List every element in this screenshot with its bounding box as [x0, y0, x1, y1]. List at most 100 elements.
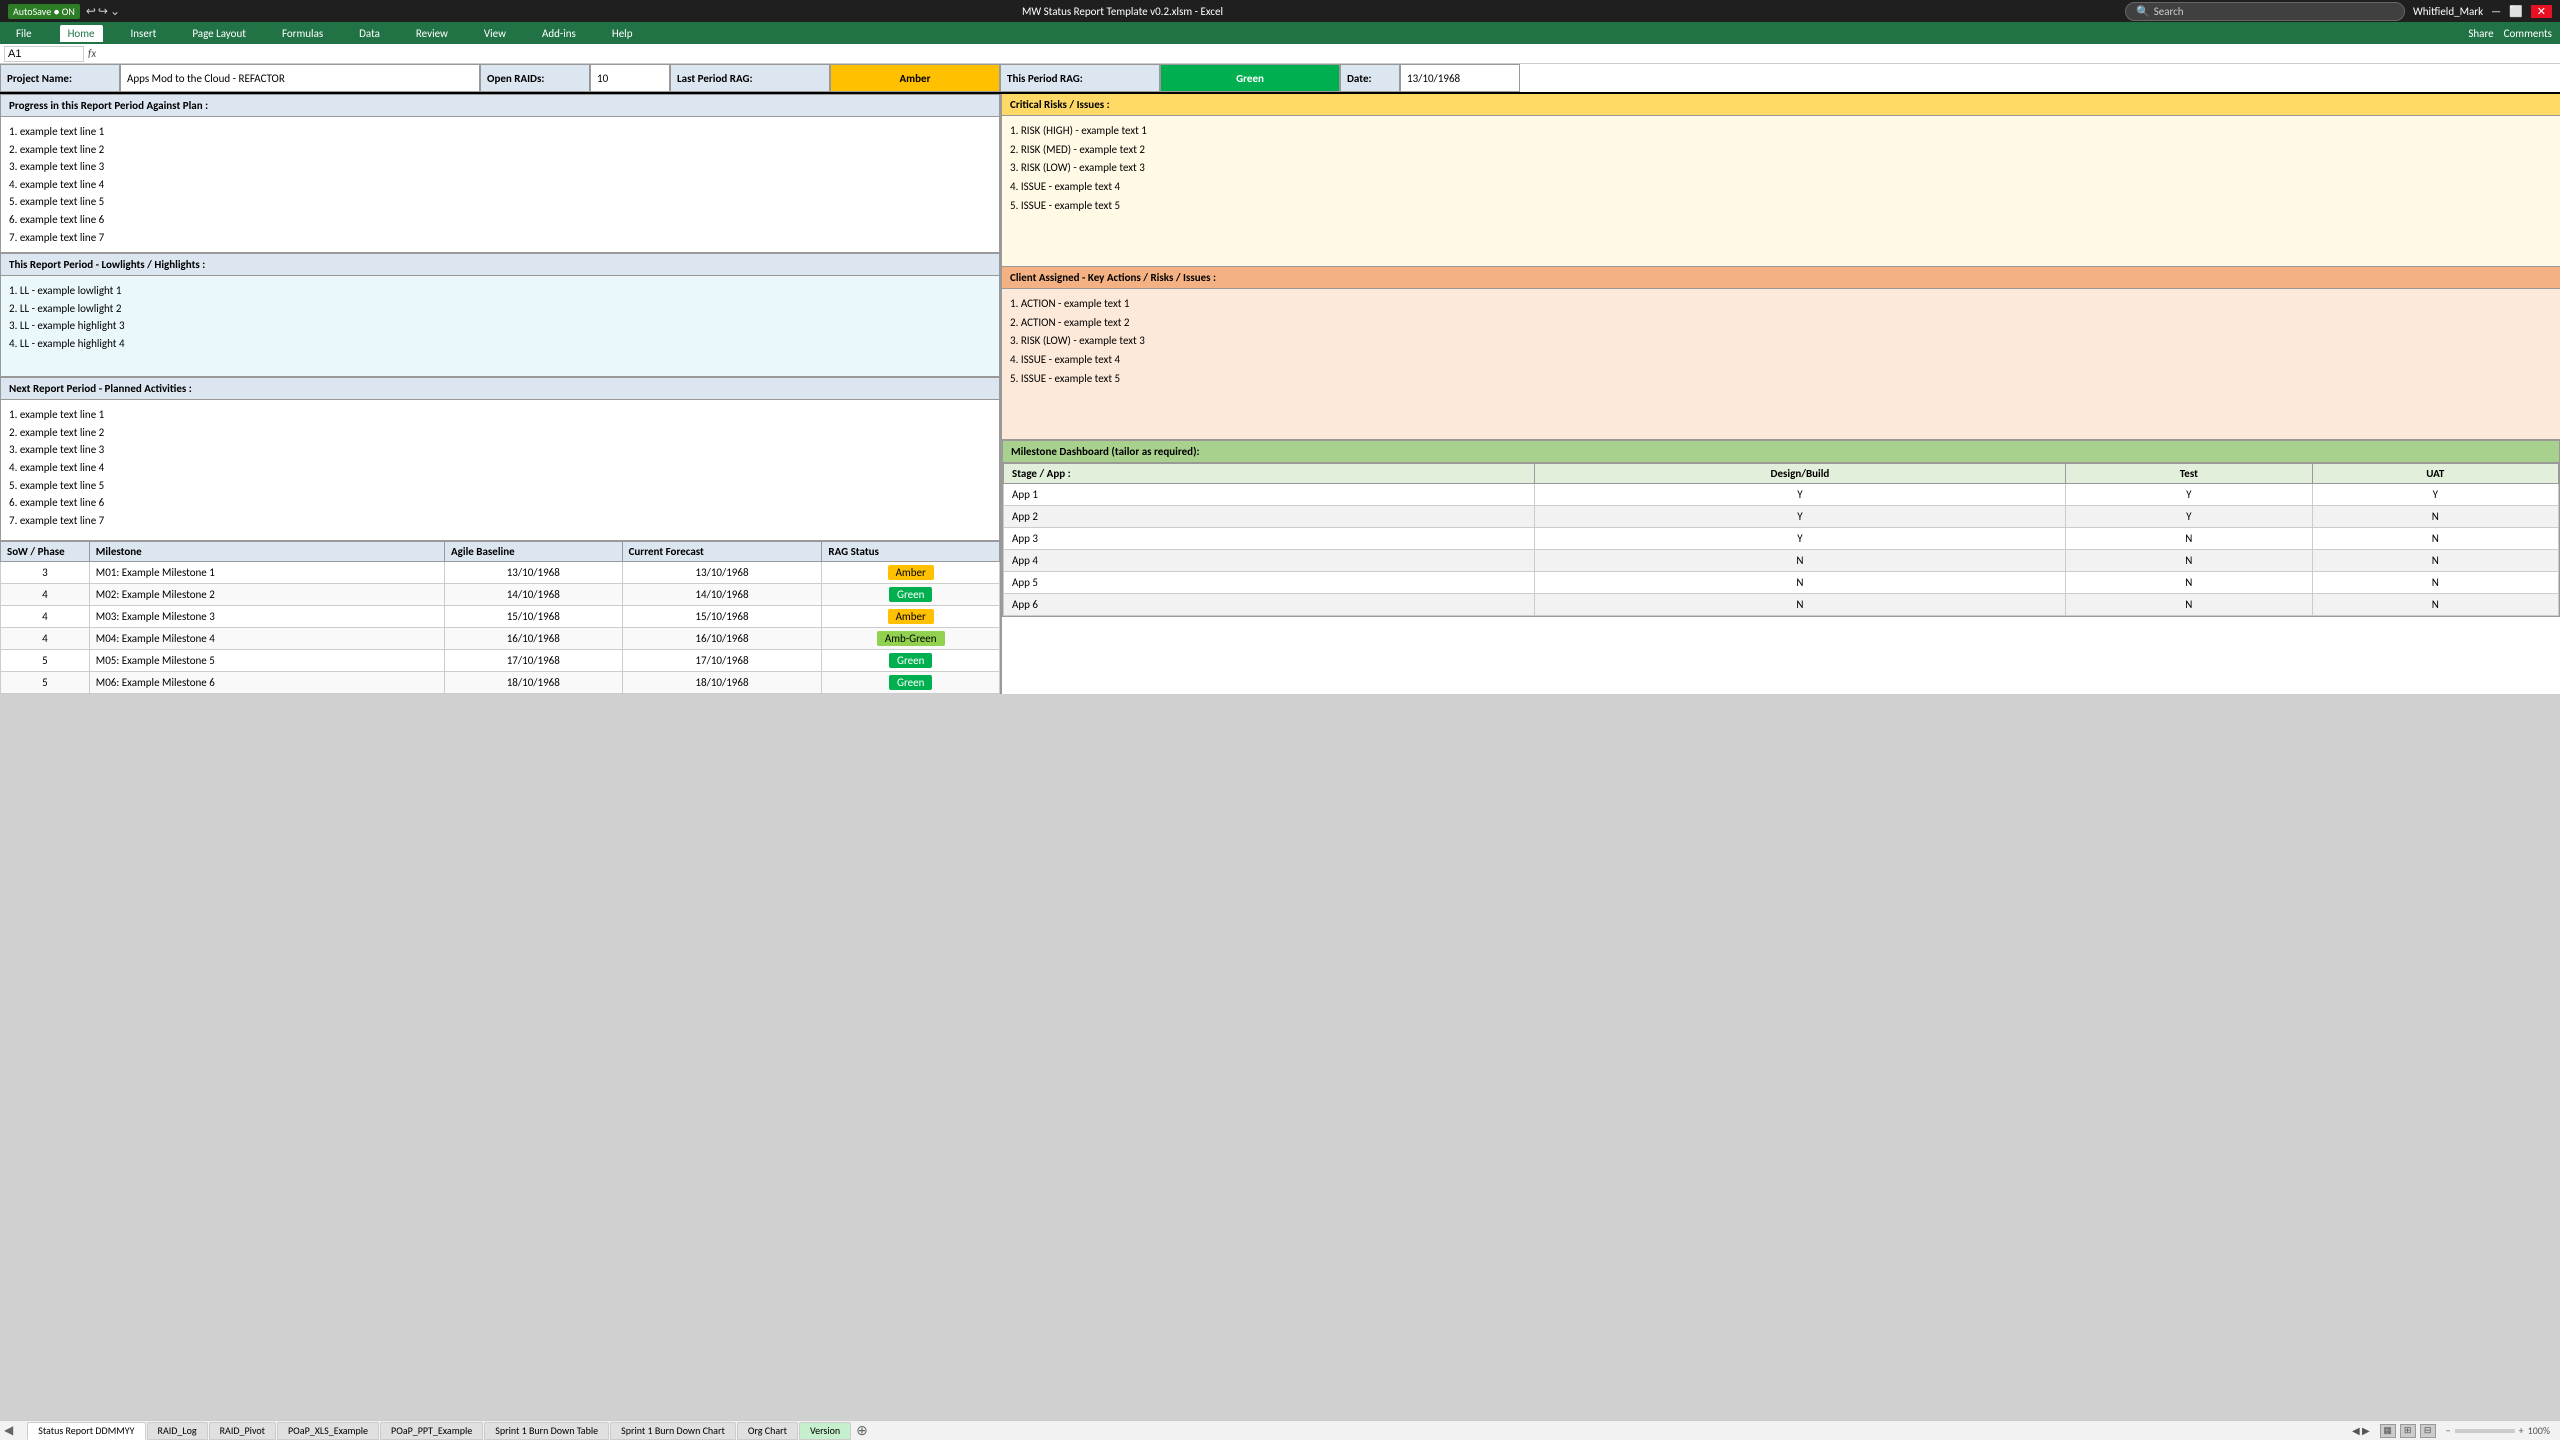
undo-button[interactable]: ↩ — [86, 4, 96, 19]
cell-phase[interactable]: 3 — [1, 562, 90, 584]
md-cell-test[interactable]: N — [2066, 528, 2312, 550]
add-sheet-button[interactable]: ⊕ — [856, 1422, 868, 1439]
sheet-tab-sprint1-chart[interactable]: Sprint 1 Burn Down Chart — [610, 1422, 736, 1440]
cell-milestone[interactable]: M04: Example Milestone 4 — [89, 628, 444, 650]
critical-risks-content[interactable]: 1. RISK (HIGH) - example text 1 2. RISK … — [1002, 116, 2560, 266]
cell-rag[interactable]: Amber — [822, 606, 1000, 628]
sheet-tab-status-report[interactable]: Status Report DDMMYY — [27, 1422, 145, 1440]
page-view-button[interactable]: ⊞ — [2400, 1424, 2416, 1438]
restore-button[interactable]: ⬜ — [2509, 5, 2523, 18]
lowlights-section-content[interactable]: 1. LL - example lowlight 1 2. LL - examp… — [1, 276, 999, 376]
cell-milestone[interactable]: M06: Example Milestone 6 — [89, 672, 444, 694]
md-cell-app[interactable]: App 2 — [1004, 506, 1535, 528]
ribbon-tab-home[interactable]: Home — [60, 25, 103, 42]
comments-button[interactable]: Comments — [2504, 27, 2552, 40]
cell-baseline[interactable]: 16/10/1968 — [444, 628, 622, 650]
last-period-rag-value[interactable]: Amber — [830, 64, 1000, 92]
ribbon-tab-file[interactable]: File — [8, 25, 40, 42]
ribbon-tab-help[interactable]: Help — [604, 25, 641, 42]
cell-forecast[interactable]: 17/10/1968 — [622, 650, 822, 672]
normal-view-button[interactable]: ▦ — [2380, 1424, 2396, 1438]
ribbon-tab-pagelayout[interactable]: Page Layout — [184, 25, 254, 42]
customize-button[interactable]: ⌄ — [110, 4, 120, 19]
cell-rag[interactable]: Amb-Green — [822, 628, 1000, 650]
share-button[interactable]: Share — [2468, 27, 2493, 40]
md-cell-design[interactable]: Y — [1534, 484, 2065, 506]
zoom-out-button[interactable]: − — [2446, 1424, 2451, 1437]
md-cell-test[interactable]: Y — [2066, 506, 2312, 528]
this-period-rag-value[interactable]: Green — [1160, 64, 1340, 92]
sheet-tab-poap-ppt[interactable]: POaP_PPT_Example — [380, 1422, 483, 1440]
zoom-in-button[interactable]: + — [2519, 1424, 2524, 1437]
md-cell-app[interactable]: App 6 — [1004, 594, 1535, 616]
sheet-tab-org-chart[interactable]: Org Chart — [737, 1422, 798, 1440]
sheet-tab-sprint1-table[interactable]: Sprint 1 Burn Down Table — [484, 1422, 609, 1440]
md-cell-uat[interactable]: Y — [2312, 484, 2558, 506]
md-cell-design[interactable]: Y — [1534, 506, 2065, 528]
ribbon-tab-insert[interactable]: Insert — [123, 25, 165, 42]
md-cell-app[interactable]: App 3 — [1004, 528, 1535, 550]
sheet-tab-version[interactable]: Version — [799, 1422, 851, 1440]
client-actions-content[interactable]: 1. ACTION - example text 1 2. ACTION - e… — [1002, 289, 2560, 439]
cell-milestone[interactable]: M03: Example Milestone 3 — [89, 606, 444, 628]
ribbon-tab-review[interactable]: Review — [408, 25, 456, 42]
search-bar[interactable]: 🔍 Search — [2125, 2, 2405, 21]
scroll-left-button[interactable]: ◀ — [0, 1423, 17, 1438]
cell-phase[interactable]: 5 — [1, 650, 90, 672]
md-cell-design[interactable]: N — [1534, 572, 2065, 594]
cell-milestone[interactable]: M05: Example Milestone 5 — [89, 650, 444, 672]
ribbon-tab-formulas[interactable]: Formulas — [274, 25, 331, 42]
ribbon-tab-data[interactable]: Data — [351, 25, 388, 42]
cell-forecast[interactable]: 13/10/1968 — [622, 562, 822, 584]
cell-rag[interactable]: Green — [822, 584, 1000, 606]
md-cell-design[interactable]: N — [1534, 550, 2065, 572]
ribbon-tab-addins[interactable]: Add-ins — [534, 25, 584, 42]
autosave-label[interactable]: AutoSave ● ON — [8, 4, 80, 19]
cell-baseline[interactable]: 17/10/1968 — [444, 650, 622, 672]
cell-baseline[interactable]: 18/10/1968 — [444, 672, 622, 694]
next-period-section-content[interactable]: 1. example text line 1 2. example text l… — [1, 400, 999, 540]
zoom-slider[interactable] — [2455, 1429, 2515, 1433]
md-cell-test[interactable]: Y — [2066, 484, 2312, 506]
md-cell-uat[interactable]: N — [2312, 506, 2558, 528]
name-box[interactable] — [4, 46, 84, 62]
cell-baseline[interactable]: 15/10/1968 — [444, 606, 622, 628]
md-cell-uat[interactable]: N — [2312, 572, 2558, 594]
md-cell-uat[interactable]: N — [2312, 550, 2558, 572]
redo-button[interactable]: ↪ — [98, 4, 108, 19]
md-cell-design[interactable]: N — [1534, 594, 2065, 616]
cell-rag[interactable]: Amber — [822, 562, 1000, 584]
preview-view-button[interactable]: ⊟ — [2420, 1424, 2436, 1438]
cell-milestone[interactable]: M02: Example Milestone 2 — [89, 584, 444, 606]
sheet-tab-raid-log[interactable]: RAID_Log — [147, 1422, 208, 1440]
cell-phase[interactable]: 4 — [1, 584, 90, 606]
progress-section-content[interactable]: 1. example text line 1 2. example text l… — [1, 117, 999, 252]
cell-forecast[interactable]: 14/10/1968 — [622, 584, 822, 606]
cell-rag[interactable]: Green — [822, 650, 1000, 672]
cell-phase[interactable]: 5 — [1, 672, 90, 694]
cell-baseline[interactable]: 14/10/1968 — [444, 584, 622, 606]
open-raids-value[interactable]: 10 — [590, 64, 670, 92]
cell-phase[interactable]: 4 — [1, 606, 90, 628]
md-cell-design[interactable]: Y — [1534, 528, 2065, 550]
md-cell-uat[interactable]: N — [2312, 528, 2558, 550]
ribbon-tab-view[interactable]: View — [476, 25, 514, 42]
md-cell-uat[interactable]: N — [2312, 594, 2558, 616]
project-name-value[interactable]: Apps Mod to the Cloud - REFACTOR — [120, 64, 480, 92]
cell-forecast[interactable]: 16/10/1968 — [622, 628, 822, 650]
minimize-button[interactable]: — — [2491, 5, 2501, 18]
sheet-tab-raid-pivot[interactable]: RAID_Pivot — [209, 1422, 276, 1440]
cell-milestone[interactable]: M01: Example Milestone 1 — [89, 562, 444, 584]
cell-phase[interactable]: 4 — [1, 628, 90, 650]
cell-forecast[interactable]: 15/10/1968 — [622, 606, 822, 628]
sheet-tab-poap-xls[interactable]: POaP_XLS_Example — [277, 1422, 379, 1440]
md-cell-app[interactable]: App 5 — [1004, 572, 1535, 594]
md-cell-test[interactable]: N — [2066, 572, 2312, 594]
date-value[interactable]: 13/10/1968 — [1400, 64, 1520, 92]
md-cell-app[interactable]: App 4 — [1004, 550, 1535, 572]
md-cell-test[interactable]: N — [2066, 594, 2312, 616]
cell-baseline[interactable]: 13/10/1968 — [444, 562, 622, 584]
cell-rag[interactable]: Green — [822, 672, 1000, 694]
close-button[interactable]: ✕ — [2531, 5, 2552, 18]
md-cell-test[interactable]: N — [2066, 550, 2312, 572]
